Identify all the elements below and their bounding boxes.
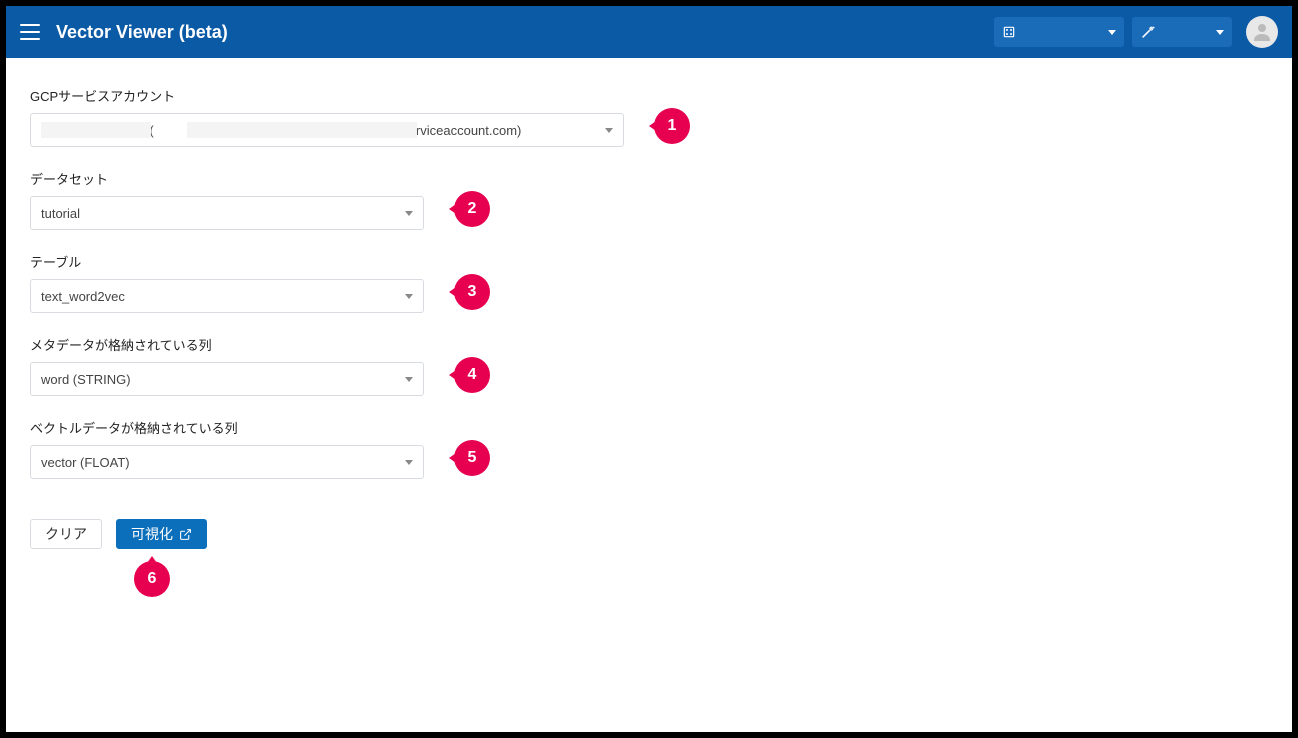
chevron-down-icon — [405, 294, 413, 299]
step-badge-4: 4 — [454, 357, 490, 393]
avatar[interactable] — [1246, 16, 1278, 48]
chevron-down-icon — [405, 377, 413, 382]
header-right — [994, 16, 1278, 48]
account-label: GCPサービスアカウント — [30, 86, 1268, 105]
meta-value: word (STRING) — [41, 372, 131, 387]
table-label: テーブル — [30, 252, 1268, 271]
chevron-down-icon — [405, 211, 413, 216]
step-badge-3: 3 — [454, 274, 490, 310]
visualize-label: 可視化 — [131, 524, 173, 544]
account-field: GCPサービスアカウント ( .iam.gserviceaccount.com)… — [30, 86, 1268, 147]
dataset-select[interactable]: tutorial — [30, 196, 424, 230]
meta-select[interactable]: word (STRING) — [30, 362, 424, 396]
visualize-button[interactable]: 可視化 — [116, 519, 207, 549]
dataset-field: データセット tutorial 2 — [30, 169, 1268, 230]
meta-field: メタデータが格納されている列 word (STRING) 4 — [30, 335, 1268, 396]
app-window: Vector Viewer (beta) GCPサービスアカウント — [6, 6, 1292, 732]
redacted-block — [41, 122, 151, 138]
table-value: text_word2vec — [41, 289, 125, 304]
vector-select[interactable]: vector (FLOAT) — [30, 445, 424, 479]
clear-button[interactable]: クリア — [30, 519, 102, 549]
redacted-block — [187, 122, 417, 138]
step-badge-5: 5 — [454, 440, 490, 476]
meta-label: メタデータが格納されている列 — [30, 335, 1268, 354]
external-link-icon — [179, 528, 192, 541]
app-header: Vector Viewer (beta) — [6, 6, 1292, 58]
step-badge-2: 2 — [454, 191, 490, 227]
app-title: Vector Viewer (beta) — [56, 22, 228, 43]
dataset-label: データセット — [30, 169, 1268, 188]
wrench-icon — [1140, 24, 1156, 40]
table-field: テーブル text_word2vec 3 — [30, 252, 1268, 313]
dataset-value: tutorial — [41, 206, 80, 221]
building-icon — [1002, 25, 1016, 39]
chevron-down-icon — [605, 128, 613, 133]
step-badge-1: 1 — [654, 108, 690, 144]
vector-value: vector (FLOAT) — [41, 455, 130, 470]
main-content: GCPサービスアカウント ( .iam.gserviceaccount.com)… — [6, 58, 1292, 732]
vector-label: ベクトルデータが格納されている列 — [30, 418, 1268, 437]
project-select[interactable] — [994, 17, 1124, 47]
account-select[interactable]: ( .iam.gserviceaccount.com) — [30, 113, 624, 147]
table-select[interactable]: text_word2vec — [30, 279, 424, 313]
clear-label: クリア — [45, 524, 87, 544]
vector-field: ベクトルデータが格納されている列 vector (FLOAT) 5 — [30, 418, 1268, 479]
user-icon — [1250, 20, 1274, 44]
action-buttons: クリア 可視化 6 — [30, 519, 1268, 549]
tools-select[interactable] — [1132, 17, 1232, 47]
chevron-down-icon — [405, 460, 413, 465]
step-badge-6: 6 — [134, 561, 170, 597]
menu-icon[interactable] — [20, 24, 40, 40]
